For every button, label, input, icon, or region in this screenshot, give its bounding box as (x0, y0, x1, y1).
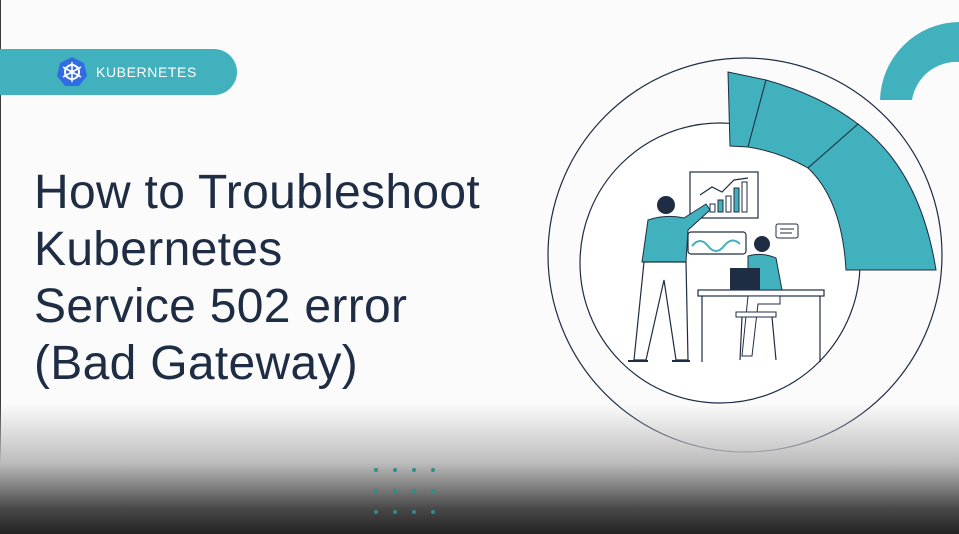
title-line: (Bad Gateway) (34, 337, 359, 390)
title-line: Kubernetes (34, 223, 283, 276)
chart-bar (717, 199, 724, 213)
kubernetes-helm-icon (57, 57, 87, 86)
category-badge: KUBERNETES (0, 49, 237, 95)
category-label: KUBERNETES (96, 64, 197, 80)
title-line: Service 502 error (34, 280, 408, 333)
chart-bar (733, 187, 740, 213)
speech-bubble (775, 223, 799, 239)
chart-bar (709, 203, 716, 213)
chart-bar (725, 195, 732, 213)
chart-bar (741, 181, 748, 213)
bottom-gradient (0, 404, 959, 534)
title-line: How to Troubleshoot (34, 166, 480, 219)
dot-grid-decoration (374, 468, 438, 534)
accent-arc (880, 22, 959, 100)
page-title: How to Troubleshoot Kubernetes Service 5… (34, 164, 480, 392)
